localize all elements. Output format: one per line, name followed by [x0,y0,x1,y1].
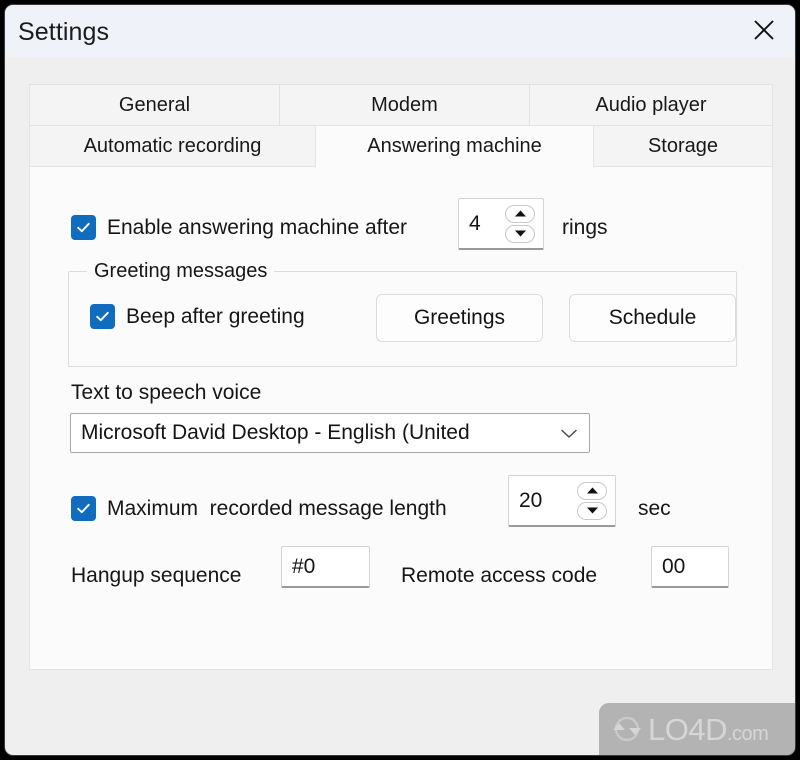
max-length-increment-button[interactable] [577,481,607,500]
beep-after-greeting-label: Beep after greeting [126,305,305,328]
check-icon [75,219,92,236]
max-length-spinner-buttons [577,481,607,520]
schedule-button-label: Schedule [608,306,697,329]
refresh-circle-icon [610,712,644,746]
tab-label: Storage [647,135,719,157]
tts-voice-select[interactable]: Microsoft David Desktop - English (Unite… [70,413,590,453]
answering-machine-panel: Enable answering machine after 4 rings G… [29,166,773,670]
remote-access-code-value: 00 [662,554,686,578]
remote-access-code-label: Remote access code [401,564,598,587]
caret-down-icon [514,229,527,238]
hangup-sequence-value: #0 [292,554,316,578]
tts-voice-label: Text to speech voice [71,381,262,404]
max-length-spinner[interactable]: 20 [508,475,616,527]
maximum-length-label: Maximum recorded message length [107,497,447,520]
enable-answering-machine-checkbox[interactable] [71,215,96,240]
rings-spinner-buttons [505,204,535,243]
settings-window: Settings General Modem Audio player Auto… [4,4,796,756]
close-icon [751,17,777,43]
lo4d-watermark-text: LO4D.com [648,711,769,747]
tab-label: General [118,93,191,116]
tab-label: Automatic recording [83,135,262,157]
remote-access-code-input[interactable]: 00 [651,546,729,588]
rings-suffix-label: rings [562,216,608,239]
tab-automatic-recording[interactable]: Automatic recording [29,125,316,168]
tab-label: Audio player [595,93,707,116]
caret-up-icon [514,209,527,218]
hangup-sequence-input[interactable]: #0 [281,546,370,588]
tab-strip: General Modem Audio player Automatic rec… [29,84,773,168]
schedule-button[interactable]: Schedule [569,294,736,342]
check-icon [94,308,111,325]
max-length-suffix-label: sec [638,497,671,520]
rings-increment-button[interactable] [505,204,535,223]
rings-spinner[interactable]: 4 [458,198,544,250]
title-bar: Settings [5,5,795,57]
rings-value: 4 [469,211,481,235]
greetings-button-label: Greetings [413,306,506,329]
tab-answering-machine[interactable]: Answering machine [315,125,594,168]
max-length-decrement-button[interactable] [577,501,607,520]
tab-label: Answering machine [367,135,542,157]
beep-after-greeting-checkbox[interactable] [90,304,115,329]
greeting-messages-group: Greeting messages Beep after greeting Gr… [68,261,737,367]
greeting-messages-legend: Greeting messages [87,261,275,281]
maximum-length-checkbox[interactable] [71,496,96,521]
lo4d-suffix: .com [726,722,769,745]
lo4d-name: LO4D [648,711,727,747]
chevron-down-icon [549,427,589,440]
hangup-sequence-label: Hangup sequence [71,564,242,587]
tab-audio-player[interactable]: Audio player [529,84,773,126]
enable-answering-machine-label: Enable answering machine after [107,216,408,239]
caret-up-icon [586,486,599,495]
close-button[interactable] [733,5,795,55]
tab-label: Modem [371,93,438,116]
check-icon [75,500,92,517]
caret-down-icon [586,506,599,515]
rings-decrement-button[interactable] [505,224,535,243]
tab-general[interactable]: General [29,84,280,126]
tts-voice-value: Microsoft David Desktop - English (Unite… [81,421,470,444]
window-title: Settings [18,18,110,46]
lo4d-watermark: LO4D.com [599,703,795,755]
tab-storage[interactable]: Storage [593,125,773,168]
max-length-value: 20 [519,488,543,512]
greetings-button[interactable]: Greetings [376,294,543,342]
tab-modem[interactable]: Modem [279,84,530,126]
